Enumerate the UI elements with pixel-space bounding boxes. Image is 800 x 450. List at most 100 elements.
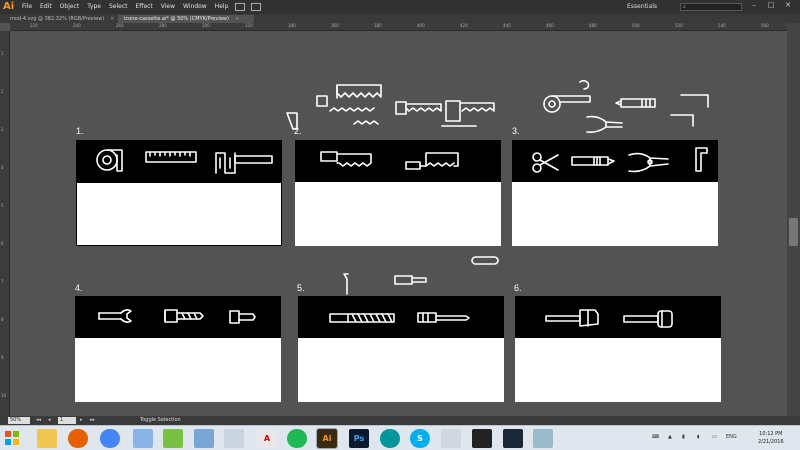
maximize-button[interactable]: □ bbox=[765, 1, 777, 9]
loose-allen-key-icon[interactable] bbox=[670, 94, 709, 127]
close-icon[interactable]: ✕ bbox=[235, 16, 239, 22]
ruler-tick-label: 380 bbox=[374, 23, 382, 28]
ruler-tick-label: 9 bbox=[1, 355, 4, 360]
windows-start-icon[interactable] bbox=[4, 430, 20, 446]
language-indicator[interactable]: ENG bbox=[726, 434, 737, 440]
hacksaw-icon[interactable] bbox=[405, 152, 459, 170]
acrobat-icon[interactable]: A bbox=[257, 429, 277, 448]
file-icon[interactable] bbox=[329, 313, 395, 323]
wrench-icon[interactable] bbox=[98, 309, 132, 323]
arrange-documents-icon[interactable] bbox=[251, 3, 262, 11]
menu-type[interactable]: Type bbox=[83, 0, 105, 14]
bridge-icon[interactable] bbox=[235, 3, 246, 11]
vertical-scrollbar[interactable] bbox=[787, 23, 800, 416]
close-button[interactable]: ✕ bbox=[782, 1, 794, 9]
tape-measure-icon[interactable] bbox=[96, 149, 123, 172]
ruler-tick-label: 1 bbox=[1, 51, 4, 56]
mallet-icon[interactable] bbox=[623, 310, 673, 328]
scissors-icon[interactable] bbox=[532, 152, 559, 173]
first-artboard-icon[interactable]: ◂◂ bbox=[36, 417, 41, 424]
notepad-plus-icon[interactable] bbox=[163, 429, 183, 448]
minimize-button[interactable]: – bbox=[748, 1, 760, 9]
loose-pliers-icon[interactable] bbox=[586, 115, 623, 133]
hammer-icon[interactable] bbox=[545, 309, 599, 327]
loose-square-icon[interactable] bbox=[316, 95, 328, 107]
allen-key-icon[interactable] bbox=[695, 147, 708, 172]
screwdriver-icon[interactable] bbox=[417, 312, 470, 323]
loose-saw-icon[interactable] bbox=[336, 84, 382, 99]
next-artboard-icon[interactable]: ▸ bbox=[80, 417, 83, 424]
ruler-tick-label: 240 bbox=[73, 23, 81, 28]
ruler-tick-label: 480 bbox=[589, 23, 597, 28]
network-icon[interactable]: ▮ bbox=[682, 434, 685, 440]
inkscape-icon[interactable] bbox=[441, 429, 461, 448]
loose-saw-teeth-icon[interactable] bbox=[329, 107, 379, 125]
loose-handle-icon[interactable] bbox=[286, 112, 298, 130]
menu-file[interactable]: File bbox=[18, 0, 36, 14]
tab-label: mod-4.svg @ 382.32% (RGB/Preview) bbox=[10, 16, 105, 22]
explorer-icon[interactable] bbox=[194, 429, 214, 448]
ruler-tick-label: 500 bbox=[632, 23, 640, 28]
close-icon[interactable]: ✕ bbox=[110, 16, 114, 22]
short-screwdriver-icon[interactable] bbox=[229, 310, 256, 324]
loose-knife-icon[interactable] bbox=[615, 98, 656, 108]
loose-hacksaw-right-icon[interactable] bbox=[441, 100, 495, 127]
paint-icon[interactable] bbox=[133, 429, 153, 448]
tool-icon[interactable] bbox=[533, 429, 553, 448]
firefox-icon[interactable] bbox=[68, 429, 88, 448]
loose-pill-icon[interactable] bbox=[471, 256, 499, 265]
illustrator-window: Ai File Edit Object Type Select Effect V… bbox=[0, 0, 800, 450]
zoom-level-field[interactable]: 50% bbox=[8, 417, 30, 424]
pliers-icon[interactable] bbox=[628, 152, 669, 173]
search-icon: ⌕ bbox=[683, 4, 686, 10]
search-input[interactable]: ⌕ bbox=[680, 3, 742, 11]
photoshop-icon[interactable]: Ps bbox=[349, 429, 369, 448]
tab-icone-cassette[interactable]: icone-cassette.ai* @ 50% (CMYK/Preview) ✕ bbox=[118, 15, 254, 23]
utility-knife-icon[interactable] bbox=[571, 156, 615, 166]
tab-mod-4[interactable]: mod-4.svg @ 382.32% (RGB/Preview) ✕ bbox=[4, 15, 116, 23]
illustrator-taskbar-icon[interactable]: Ai bbox=[316, 428, 338, 449]
ruler-tick-label: 6 bbox=[1, 241, 4, 246]
menu-help[interactable]: Help bbox=[211, 0, 233, 14]
artboard-number-field[interactable]: 1 bbox=[58, 417, 76, 424]
arduino-icon[interactable] bbox=[380, 429, 400, 448]
keyboard-icon[interactable]: ⌨ bbox=[652, 434, 659, 440]
file-explorer-icon[interactable] bbox=[37, 429, 57, 448]
menu-effect[interactable]: Effect bbox=[132, 0, 157, 14]
menu-select[interactable]: Select bbox=[105, 0, 132, 14]
battery-icon[interactable]: ▭ bbox=[712, 434, 717, 440]
scrollbar-thumb[interactable] bbox=[789, 218, 798, 246]
tray-chevron-icon[interactable]: ▲ bbox=[668, 434, 672, 440]
skype-icon[interactable]: S bbox=[410, 429, 430, 448]
loose-tape-icon[interactable] bbox=[543, 79, 591, 113]
artboard-canvas[interactable]: 1. 2. 3. 4. 5. 6. bbox=[10, 31, 787, 416]
last-artboard-icon[interactable]: ▸▸ bbox=[90, 417, 95, 424]
status-text[interactable]: Toggle Selection bbox=[140, 417, 181, 424]
caliper-icon[interactable] bbox=[215, 152, 273, 174]
menu-edit[interactable]: Edit bbox=[36, 0, 56, 14]
volume-icon[interactable]: ◖ bbox=[697, 434, 700, 440]
menu-window[interactable]: Window bbox=[179, 0, 211, 14]
horizontal-ruler[interactable]: 220 240 260 280 300 320 340 360 380 400 420 440 460 4… bbox=[10, 23, 787, 31]
hand-saw-icon[interactable] bbox=[320, 151, 372, 167]
previous-artboard-icon[interactable]: ◂ bbox=[48, 417, 51, 424]
chrome-icon[interactable] bbox=[100, 429, 120, 448]
folder-icon[interactable] bbox=[224, 429, 244, 448]
vertical-ruler[interactable]: 1 2 3 4 5 6 7 8 9 10 bbox=[0, 31, 10, 416]
loose-screwdriver-icon[interactable] bbox=[394, 275, 427, 285]
steam-icon[interactable] bbox=[503, 429, 523, 448]
loose-hacksaw-left-icon[interactable] bbox=[395, 101, 442, 115]
clock[interactable]: 10:12 PM 2/21/2016 bbox=[758, 430, 784, 446]
loose-bracket-icon[interactable] bbox=[343, 273, 349, 295]
ruler-tick-label: 420 bbox=[460, 23, 468, 28]
workspace-switcher[interactable]: Essentials bbox=[627, 2, 672, 12]
menu-object[interactable]: Object bbox=[56, 0, 84, 14]
unity-icon[interactable] bbox=[472, 429, 492, 448]
tool-icons-layer bbox=[96, 79, 709, 328]
tab-label: icone-cassette.ai* @ 50% (CMYK/Preview) bbox=[124, 16, 229, 22]
menu-view[interactable]: View bbox=[157, 0, 179, 14]
status-bar: 50% ◂◂ ◂ 1 ▸ ▸▸ Toggle Selection bbox=[0, 416, 800, 425]
ruler-icon[interactable] bbox=[145, 151, 197, 163]
spotify-icon[interactable] bbox=[287, 429, 307, 448]
drill-bit-icon[interactable] bbox=[164, 309, 204, 323]
